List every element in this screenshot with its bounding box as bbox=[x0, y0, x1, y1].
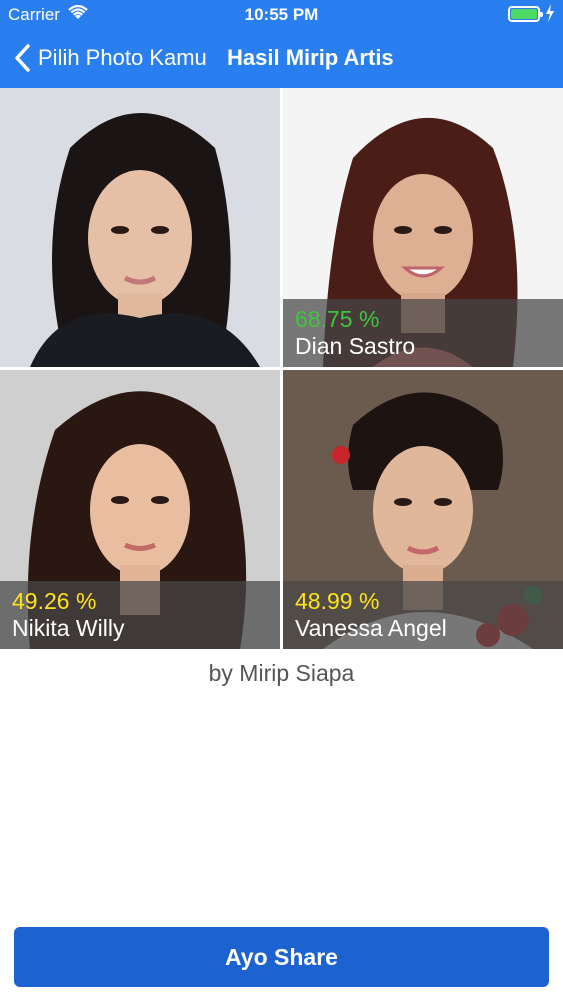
match-card[interactable]: 48.99 % Vanessa Angel bbox=[283, 370, 563, 649]
bolt-icon bbox=[545, 4, 555, 27]
back-label: Pilih Photo Kamu bbox=[38, 45, 207, 70]
user-photo bbox=[0, 88, 280, 367]
page-title: Hasil Mirip Artis bbox=[227, 45, 394, 70]
battery-icon bbox=[508, 6, 543, 22]
artist-name: Nikita Willy bbox=[12, 615, 125, 641]
artist-name: Dian Sastro bbox=[295, 333, 416, 359]
match-percent: 48.99 % bbox=[295, 588, 380, 614]
chevron-left-icon bbox=[12, 42, 34, 74]
match-percent: 68.75 % bbox=[295, 306, 380, 332]
result-grid: 68.75 % Dian Sastro 49.26 % Nikita Willy bbox=[0, 88, 563, 650]
match-percent: 49.26 % bbox=[12, 588, 97, 614]
match-card[interactable]: 68.75 % Dian Sastro bbox=[283, 88, 563, 367]
credit-label: by Mirip Siapa bbox=[208, 660, 355, 686]
artist-name: Vanessa Angel bbox=[295, 615, 447, 641]
match-card[interactable]: 49.26 % Nikita Willy bbox=[0, 370, 280, 649]
share-button[interactable]: Ayo Share bbox=[14, 927, 549, 987]
back-button[interactable]: Pilih Photo Kamu bbox=[12, 42, 207, 74]
status-time: 10:55 PM bbox=[244, 5, 319, 24]
status-bar: Carrier 10:55 PM bbox=[0, 0, 563, 30]
nav-bar: Pilih Photo Kamu Hasil Mirip Artis bbox=[0, 30, 563, 88]
